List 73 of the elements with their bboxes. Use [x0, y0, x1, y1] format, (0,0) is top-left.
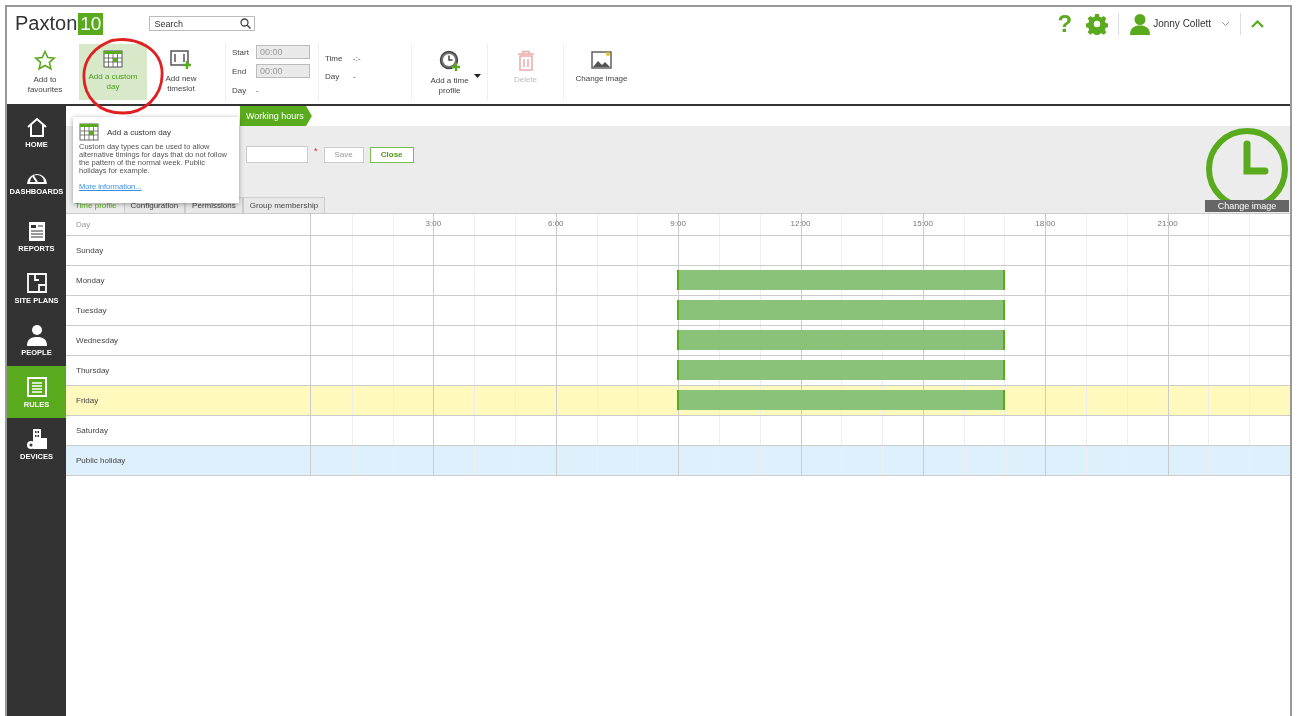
day-value: - — [256, 85, 259, 95]
start-handle[interactable] — [677, 330, 680, 350]
day-row[interactable]: Friday — [66, 386, 1290, 416]
time-tick: 15:00 — [912, 219, 933, 228]
calendar-icon — [79, 123, 99, 141]
day-label: Monday — [66, 266, 311, 295]
person-icon — [25, 323, 48, 346]
list-icon — [25, 375, 48, 398]
collapse-icon[interactable] — [1251, 19, 1264, 28]
start-handle[interactable] — [677, 360, 680, 380]
star-icon — [34, 50, 56, 71]
timeslot-icon — [170, 50, 192, 70]
building-icon — [25, 427, 48, 450]
day-label: Tuesday — [66, 296, 311, 325]
time-tick: 3:00 — [425, 219, 442, 228]
end-handle[interactable] — [1003, 300, 1006, 320]
start-handle[interactable] — [677, 300, 680, 320]
field-label: Start — [232, 47, 250, 57]
toolbar-button[interactable]: Add a time profile — [411, 44, 487, 100]
close-button[interactable]: Close — [369, 146, 414, 163]
time-tick: 9:00 — [670, 219, 686, 228]
user-icon[interactable] — [1129, 12, 1152, 35]
version-badge: 10 — [78, 12, 104, 35]
field-label: End — [232, 66, 248, 76]
dropdown-caret-icon[interactable] — [474, 74, 481, 78]
floor-plan-icon — [25, 271, 48, 294]
field-label: Day — [232, 85, 248, 95]
trash-icon — [516, 50, 535, 71]
name-field[interactable] — [246, 146, 308, 163]
user-name[interactable]: Jonny Collett — [1153, 18, 1211, 29]
day-row[interactable]: Wednesday — [66, 326, 1290, 356]
logo-text: Paxton — [15, 12, 78, 35]
tooltip-title: Add a custom day — [107, 127, 172, 137]
end-handle[interactable] — [1003, 270, 1006, 290]
day-label: Friday — [66, 386, 311, 415]
day-row[interactable]: Tuesday — [66, 296, 1290, 326]
day-row[interactable]: Sunday — [66, 236, 1290, 266]
info-value: - — [353, 72, 356, 81]
start-handle[interactable] — [677, 390, 680, 410]
toolbar-button[interactable]: Change image — [563, 44, 639, 100]
tab[interactable]: Group membership — [242, 197, 326, 213]
info-label: Time — [325, 54, 344, 63]
end-handle[interactable] — [1003, 330, 1006, 350]
day-label: Thursday — [66, 356, 311, 385]
home-icon — [25, 115, 48, 138]
settings-icon[interactable] — [1086, 12, 1109, 35]
day-row[interactable]: Monday — [66, 266, 1290, 296]
start-handle[interactable] — [677, 270, 680, 290]
end-handle[interactable] — [1003, 390, 1006, 410]
day-label: Saturday — [66, 416, 311, 445]
day-label: Public holiday — [66, 446, 311, 475]
time-tick: 6:00 — [547, 219, 564, 228]
search-field[interactable]: Search — [149, 16, 256, 31]
time-tick: 12:00 — [790, 219, 811, 228]
day-label: Sunday — [66, 236, 311, 265]
image-edit-icon — [590, 50, 613, 70]
time-tick: 18:00 — [1035, 219, 1056, 228]
day-row[interactable]: Public holiday — [66, 446, 1290, 476]
day-label: Wednesday — [66, 326, 311, 355]
calendar-icon — [103, 50, 123, 68]
info-label: Day — [325, 72, 341, 81]
gauge-icon — [25, 172, 48, 185]
toolbar-button[interactable]: Add new timeslot — [147, 44, 215, 100]
time-tick: 21:00 — [1157, 219, 1178, 228]
toolbar-button[interactable]: Add to favourites — [11, 44, 79, 100]
info-value: -:- — [353, 54, 361, 63]
required-mark: * — [314, 146, 318, 156]
change-image-button[interactable]: Change image — [1205, 200, 1289, 212]
clock-add-icon — [438, 50, 461, 72]
chevron-down-icon[interactable] — [1221, 20, 1230, 27]
column-header: Day — [66, 214, 311, 235]
end-handle[interactable] — [1003, 360, 1006, 380]
search-icon — [240, 18, 252, 29]
